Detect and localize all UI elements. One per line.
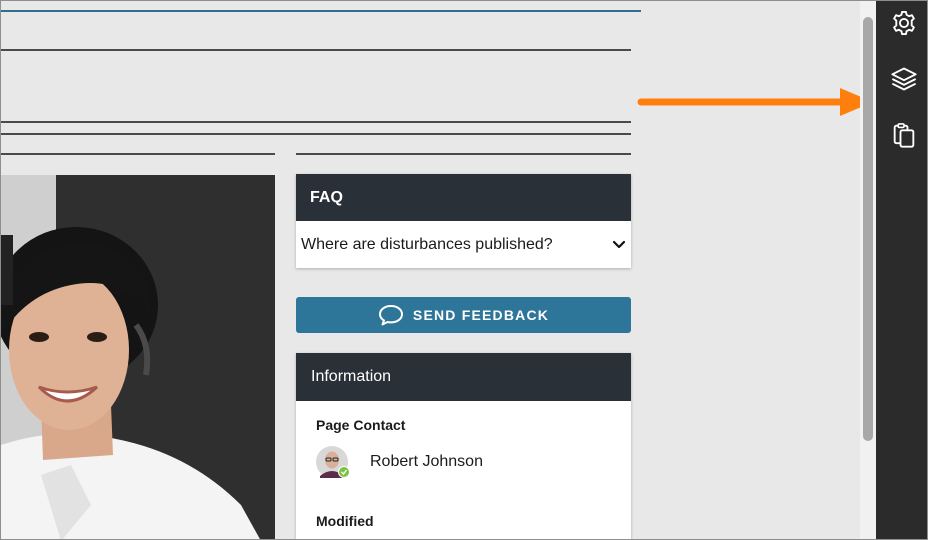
divider — [1, 133, 631, 135]
avatar[interactable] — [316, 446, 350, 478]
gear-icon[interactable] — [890, 9, 918, 37]
divider — [296, 153, 631, 155]
chevron-down-icon[interactable] — [612, 240, 626, 250]
divider — [1, 153, 275, 155]
speech-bubble-icon — [378, 304, 404, 326]
hero-image — [1, 175, 275, 539]
modified-label: Modified — [316, 513, 374, 529]
page-contact-label: Page Contact — [316, 417, 406, 433]
app-window: FAQ Where are disturbances published? SE… — [0, 0, 928, 540]
pointer-arrow — [637, 86, 877, 125]
faq-widget: FAQ Where are disturbances published? — [296, 174, 631, 268]
faq-item[interactable]: Where are disturbances published? — [296, 221, 631, 268]
top-accent-line — [1, 10, 641, 12]
clipboard-icon[interactable] — [890, 121, 918, 149]
send-feedback-label: SEND FEEDBACK — [412, 307, 550, 323]
contact-name[interactable]: Robert Johnson — [370, 453, 483, 471]
divider — [1, 49, 631, 51]
scrollbar-thumb[interactable] — [863, 17, 873, 441]
layers-icon[interactable] — [890, 65, 918, 93]
right-toolbar — [876, 1, 927, 539]
vertical-scrollbar[interactable] — [860, 1, 876, 539]
information-title: Information — [296, 353, 631, 401]
contact-row[interactable]: Robert Johnson — [316, 446, 483, 478]
divider — [1, 121, 631, 123]
faq-question: Where are disturbances published? — [301, 235, 553, 253]
send-feedback-button[interactable]: SEND FEEDBACK — [296, 297, 631, 333]
information-panel: Information Page Contact Robert Johnson … — [296, 353, 631, 539]
faq-title: FAQ — [296, 174, 631, 221]
